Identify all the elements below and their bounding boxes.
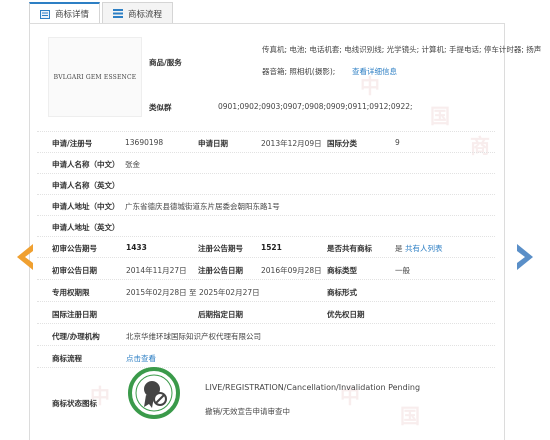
goods-services-value-line1: 传真机; 电池; 电话机套; 电线识别线; 光学镜头; 计算机; 手提电话; 停… <box>262 45 542 54</box>
row-divider <box>37 236 495 237</box>
agent-value: 北京华维环球国际知识产权代理有限公司 <box>126 332 261 341</box>
tm-type-label: 商标类型 <box>327 266 357 275</box>
reg-pub-date-label: 注册公告日期 <box>198 266 243 275</box>
tab-bar: 商标详情 商标流程 <box>29 2 175 24</box>
list-icon <box>113 9 124 18</box>
shared-value: 是 <box>395 244 403 253</box>
row-divider <box>37 279 495 280</box>
goods-services-value-line2: 器音箱; 照相机(摄影); <box>262 67 336 76</box>
row-divider <box>37 152 495 153</box>
document-icon <box>40 9 50 19</box>
tab-label: 商标详情 <box>55 10 90 20</box>
row-divider <box>37 215 495 216</box>
apply-date-label: 申请日期 <box>198 139 228 148</box>
row-divider <box>37 257 495 258</box>
status-en-value: LIVE/REGISTRATION/Cancellation/Invalidat… <box>205 383 421 392</box>
tm-form-label: 商标形式 <box>327 288 357 297</box>
tab-trademark-process[interactable]: 商标流程 <box>102 2 174 24</box>
row-divider <box>37 173 495 174</box>
view-details-link[interactable]: 查看详细信息 <box>352 66 397 77</box>
process-label: 商标流程 <box>52 354 82 363</box>
reg-no-value: 13690198 <box>125 138 164 147</box>
address-cn-value: 广东省德庆县德城街道东片居委会朝阳东路1号 <box>125 202 280 211</box>
prelim-no-label: 初审公告期号 <box>52 244 97 253</box>
similar-group-label: 类似群 <box>149 103 172 112</box>
later-date-label: 后期指定日期 <box>198 310 243 319</box>
process-view-link[interactable]: 点击查看 <box>126 353 156 364</box>
row-divider <box>37 194 495 195</box>
tab-label: 商标流程 <box>128 9 163 20</box>
reg-pub-date-value: 2016年09月28日 <box>261 266 322 275</box>
reg-pub-no-label: 注册公告期号 <box>198 244 243 253</box>
trademark-image: BVLGARI GEM ESSENCE <box>48 37 142 117</box>
intl-reg-date-label: 国际注册日期 <box>52 310 97 319</box>
address-en-label: 申请人地址（英文） <box>52 223 120 232</box>
tab-trademark-detail[interactable]: 商标详情 <box>29 2 101 24</box>
next-arrow-icon[interactable] <box>515 244 535 270</box>
reg-pub-no-value: 1521 <box>261 243 282 252</box>
shared-label: 是否共有商标 <box>327 244 372 253</box>
prelim-date-label: 初审公告日期 <box>52 266 97 275</box>
co-owner-list-link[interactable]: 共有人列表 <box>405 243 443 254</box>
tm-type-value: 一般 <box>395 266 410 275</box>
goods-services-label: 商品/服务 <box>149 58 182 67</box>
prelim-no-value: 1433 <box>126 243 147 252</box>
row-divider <box>37 301 495 302</box>
status-icon-label: 商标状态图标 <box>52 399 97 408</box>
prelim-date-value: 2014年11月27日 <box>126 266 187 275</box>
status-cn-value: 撤销/无效宣告申请审查中 <box>205 407 291 416</box>
exclusive-term-value: 2015年02月28日 至 2025年02月27日 <box>126 288 260 297</box>
applicant-cn-value: 张金 <box>125 160 140 169</box>
reg-no-label: 申请/注册号 <box>52 139 93 148</box>
similar-group-value: 0901;0902;0903;0907;0908;0909;0911;0912;… <box>218 102 413 111</box>
applicant-cn-label: 申请人名称（中文） <box>52 160 120 169</box>
intl-class-label: 国际分类 <box>327 139 357 148</box>
applicant-en-label: 申请人名称（英文） <box>52 181 120 190</box>
agent-label: 代理/办理机构 <box>52 332 100 341</box>
priority-date-label: 优先权日期 <box>327 310 365 319</box>
intl-class-value: 9 <box>395 138 400 147</box>
status-badge-icon <box>128 367 180 419</box>
address-cn-label: 申请人地址（中文） <box>52 202 120 211</box>
trademark-text: BVLGARI GEM ESSENCE <box>53 73 137 81</box>
row-divider <box>37 131 495 132</box>
exclusive-term-label: 专用权期限 <box>52 288 90 297</box>
row-divider <box>37 367 495 368</box>
row-divider <box>37 345 495 346</box>
previous-arrow-icon[interactable] <box>15 244 35 270</box>
apply-date-value: 2013年12月09日 <box>261 139 322 148</box>
row-divider <box>37 323 495 324</box>
